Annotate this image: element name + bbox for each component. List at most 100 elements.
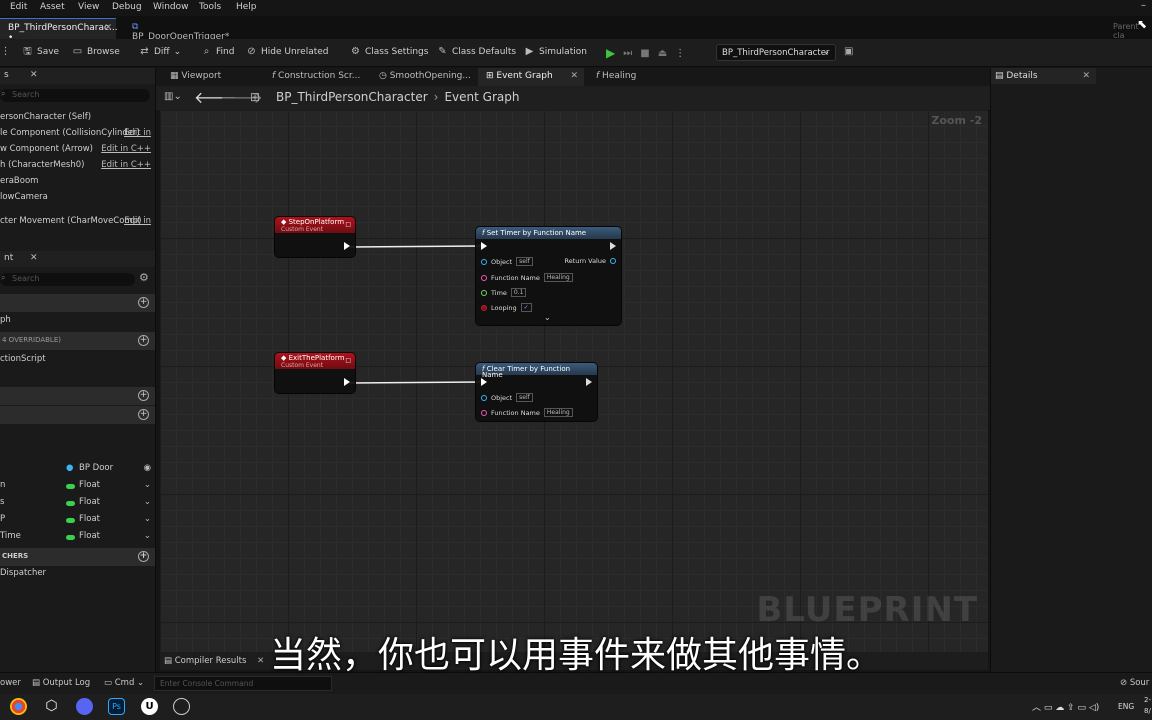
variable-row[interactable]: s Float ⌄ (0, 497, 155, 511)
close-icon[interactable]: ✕ (30, 70, 38, 80)
event-dispatchers-section-header[interactable]: CHERS + (0, 548, 155, 566)
unity-icon[interactable]: ⬡ (43, 698, 60, 715)
graph-canvas[interactable]: Zoom -2 ◆ StepOnPlatform Custom Event □ … (160, 110, 988, 652)
component-row-arrow[interactable]: w Component (Arrow) Edit in C++ (0, 144, 155, 158)
variable-row[interactable]: n Float ⌄ (0, 480, 155, 494)
exec-input-pin[interactable] (481, 378, 487, 386)
edit-in-cpp-link[interactable]: Edit in C++ (101, 160, 151, 170)
menu-tools[interactable]: Tools (199, 2, 221, 12)
pin-value[interactable]: 0.1 (510, 288, 527, 297)
class-defaults-button[interactable]: ✎ Class Defaults (437, 46, 516, 57)
component-row-collision[interactable]: le Component (CollisionCylinder) Edit in (0, 128, 155, 142)
cmd-dropdown[interactable]: ▭ Cmd ⌄ (104, 678, 144, 688)
tab-door-open-trigger[interactable]: ⧉ BP_DoorOpenTrigger* (124, 18, 244, 42)
system-tray-icons[interactable]: ︿ ▭ ☁ ⇪ ▭ ◁) (1032, 700, 1099, 713)
construction-script-item[interactable]: ctionScript (0, 354, 155, 368)
output-log-button[interactable]: ▤ Output Log (32, 678, 90, 688)
functions-section-header[interactable]: 4 OVERRIDABLE) + (0, 332, 155, 350)
language-indicator[interactable]: ENG (1118, 702, 1134, 711)
exec-output-pin[interactable] (344, 242, 350, 250)
close-icon[interactable]: ✕ (1082, 71, 1090, 81)
graphs-section-header[interactable]: + (0, 294, 155, 312)
menu-edit[interactable]: Edit (10, 2, 27, 12)
menu-debug[interactable]: Debug (112, 2, 142, 12)
component-row-camera-boom[interactable]: eraBoom (0, 176, 155, 190)
exec-output-pin[interactable] (344, 378, 350, 386)
diff-button[interactable]: ⇄ Diff ⌄ (139, 46, 181, 57)
discord-icon[interactable] (76, 698, 93, 715)
breadcrumb-root[interactable]: BP_ThirdPersonCharacter (276, 90, 428, 104)
clock-time[interactable]: 2- (1144, 696, 1151, 704)
time-pin[interactable]: Time 0.1 (481, 288, 527, 297)
gear-icon[interactable]: ⚙ (139, 271, 149, 284)
class-settings-button[interactable]: ⚙ Class Settings (350, 46, 428, 57)
menu-window[interactable]: Window (153, 2, 189, 12)
more-options-icon[interactable]: ⋮ (675, 48, 685, 59)
variable-row[interactable]: Time Float ⌄ (0, 531, 155, 545)
return-value-pin[interactable]: Return Value (565, 257, 616, 265)
tab-smooth-opening[interactable]: ◷ SmoothOpening... (371, 68, 479, 86)
tab-healing[interactable]: f Healing (588, 68, 644, 86)
pin-value[interactable]: Healing (543, 408, 573, 417)
close-icon[interactable]: ✕ (30, 253, 38, 263)
menu-view[interactable]: View (78, 2, 99, 12)
function-name-pin[interactable]: Function Name Healing (481, 408, 573, 417)
exit-the-platform-event-node[interactable]: ◆ ExitThePlatform Custom Event □ (275, 353, 355, 393)
edit-in-cpp-link[interactable]: Edit in (124, 128, 151, 138)
eject-icon[interactable]: ⏏ (658, 48, 667, 59)
add-dispatcher-icon[interactable]: + (138, 551, 149, 562)
close-icon[interactable]: ✕ (104, 23, 112, 33)
console-command-input[interactable]: Enter Console Command (154, 676, 332, 691)
looping-pin[interactable]: Looping ✓ (481, 303, 532, 312)
simulation-button[interactable]: ▶ Simulation (524, 46, 587, 57)
exec-output-pin[interactable] (586, 378, 592, 386)
tab-viewport[interactable]: ▦ Viewport (162, 68, 229, 86)
content-drawer-button[interactable]: ower (0, 678, 21, 688)
looping-checkbox[interactable]: ✓ (520, 303, 532, 312)
event-graph-item[interactable]: ph (0, 315, 155, 329)
exec-input-pin[interactable] (481, 242, 487, 250)
minimize-icon[interactable]: – (1141, 0, 1146, 11)
step-icon[interactable]: ⏭ (623, 48, 632, 59)
debug-object-dropdown[interactable]: BP_ThirdPersonCharacter ⌄ (716, 44, 836, 61)
chrome-icon[interactable] (10, 698, 27, 715)
add-function-icon[interactable]: + (138, 335, 149, 346)
component-row-follow-camera[interactable]: lowCamera (0, 192, 155, 206)
obs-icon[interactable] (173, 698, 190, 715)
eye-icon[interactable]: ◉ (144, 463, 151, 473)
add-variable-icon[interactable]: + (138, 409, 149, 420)
save-button[interactable]: 🖫 Save (22, 46, 59, 57)
set-timer-node[interactable]: f Set Timer by Function Name Object self … (476, 227, 621, 325)
event-dispatcher-item[interactable]: Dispatcher (0, 568, 155, 582)
exec-output-pin[interactable] (610, 242, 616, 250)
unreal-engine-icon[interactable]: U (141, 698, 158, 715)
clear-timer-node[interactable]: f Clear Timer by Function Name Object sel… (476, 363, 597, 421)
find-in-world-icon[interactable]: ▣ (844, 46, 853, 57)
find-button[interactable]: ⌕ Find (201, 46, 235, 57)
object-pin[interactable]: Object self (481, 393, 533, 402)
add-graph-icon[interactable]: + (138, 297, 149, 308)
chevron-down-icon[interactable]: ⌄ (544, 313, 551, 322)
step-on-platform-event-node[interactable]: ◆ StepOnPlatform Custom Event □ (275, 217, 355, 257)
graph-menu-icon[interactable]: ▥⌄ (164, 91, 182, 102)
add-macro-icon[interactable]: + (138, 390, 149, 401)
tab-construction-script[interactable]: f Construction Scr... (264, 68, 368, 86)
edit-in-cpp-link[interactable]: Edit in (124, 216, 151, 226)
pin-value[interactable]: Healing (543, 273, 573, 282)
browse-button[interactable]: ▭ Browse (72, 46, 120, 57)
component-row-movement[interactable]: cter Movement (CharMoveComp) Edit in (0, 216, 155, 230)
variable-row[interactable]: P Float ⌄ (0, 514, 155, 528)
chevron-down-icon[interactable]: ⌄ (144, 497, 151, 507)
hide-unrelated-button[interactable]: ⊘ Hide Unrelated (246, 46, 328, 57)
function-name-pin[interactable]: Function Name Healing (481, 273, 573, 282)
close-icon[interactable]: ✕ (570, 71, 578, 81)
object-pin[interactable]: Object self (481, 257, 533, 266)
component-row-mesh[interactable]: h (CharacterMesh0) Edit in C++ (0, 160, 155, 174)
play-icon[interactable]: ▶ (606, 46, 615, 60)
chevron-down-icon[interactable]: ⌄ (144, 531, 151, 541)
stop-icon[interactable]: ■ (640, 48, 649, 59)
macros-section-header[interactable]: + (0, 387, 155, 405)
variable-row-door[interactable]: ● BP Door ◉ (0, 463, 155, 477)
components-search-input[interactable]: ⌕ Search (0, 89, 150, 102)
menu-help[interactable]: Help (236, 2, 257, 12)
